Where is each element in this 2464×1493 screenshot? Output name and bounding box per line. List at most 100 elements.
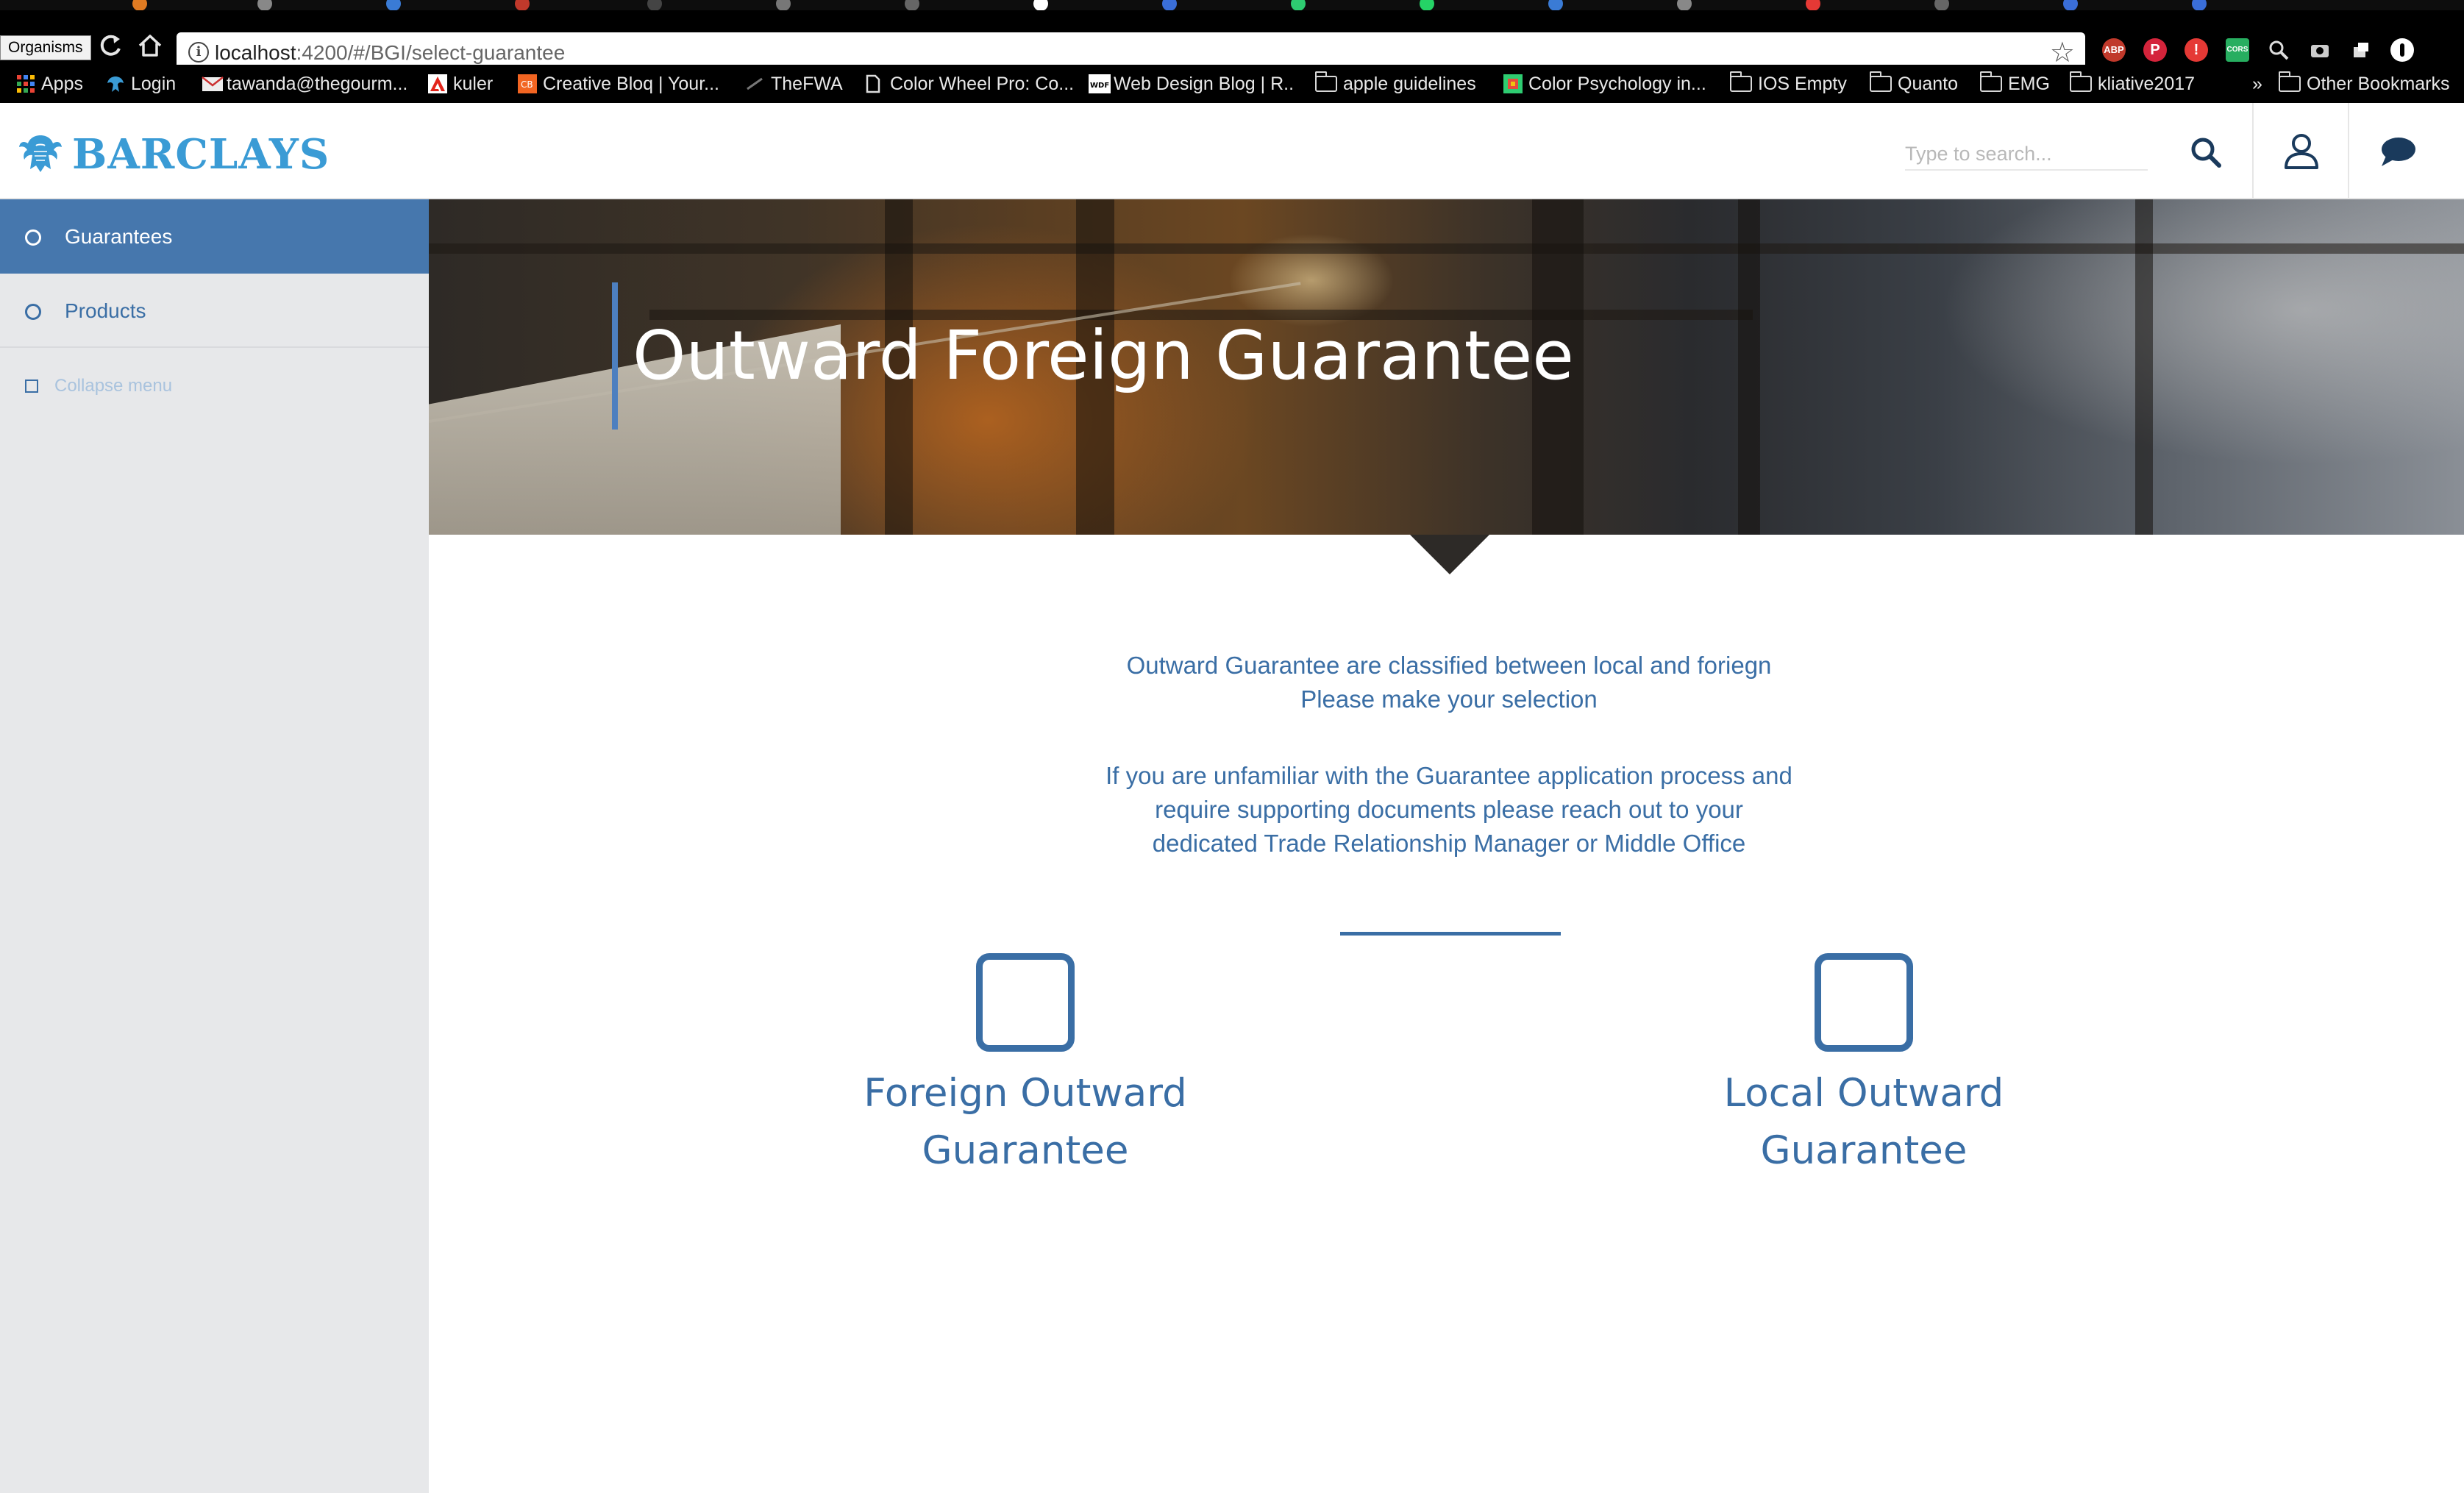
folder-icon: [2278, 71, 2301, 92]
reload-icon[interactable]: [96, 31, 125, 60]
sidebar-item-guarantees[interactable]: Guarantees: [0, 199, 429, 274]
browser-tab[interactable]: [1934, 0, 1958, 10]
camera-icon[interactable]: [2308, 38, 2332, 62]
intro-line: Outward Guarantee are classified between…: [1126, 652, 1772, 679]
browser-tab[interactable]: [1162, 0, 1186, 10]
user-icon: [2285, 134, 2318, 169]
browser-tab-strip: [0, 0, 2464, 10]
bookmark-mail[interactable]: tawanda@thegourm...: [202, 72, 407, 96]
page-title: Outward Foreign Guarantee: [633, 316, 1574, 395]
chat-button[interactable]: [2348, 103, 2443, 199]
bookmark-kliative2017[interactable]: kliative2017: [2069, 71, 2195, 96]
bookmark-quanto[interactable]: Quanto: [1869, 71, 1958, 96]
tooltip: Organisms: [0, 35, 91, 60]
site-info-icon[interactable]: i: [188, 42, 209, 63]
bookmark-ios-empty[interactable]: IOS Empty: [1729, 71, 1847, 96]
bookmark-emg[interactable]: EMG: [1979, 71, 2050, 96]
creative-bloq-icon: CB: [518, 74, 537, 93]
help-line: require supporting documents please reac…: [1155, 796, 1743, 823]
bookmark-web-design-blog[interactable]: WDF Web Design Blog | R..: [1089, 72, 1294, 96]
search-button[interactable]: [2158, 103, 2254, 199]
folder-icon: [1314, 71, 1337, 92]
browser-tab[interactable]: [1420, 0, 1443, 10]
chat-icon: [2382, 138, 2415, 166]
folder-icon: [1729, 71, 1752, 92]
hero-image-detail: [1738, 199, 1760, 535]
stop-extension-icon[interactable]: !: [2185, 38, 2208, 62]
bookmark-color-psychology[interactable]: Color Psychology in...: [1503, 72, 1706, 96]
wdf-icon: WDF: [1089, 74, 1111, 93]
browser-tab[interactable]: [647, 0, 671, 10]
mail-icon: [202, 74, 224, 93]
browser-tab[interactable]: [905, 0, 928, 10]
sidebar-item-label: Guarantees: [65, 225, 173, 248]
bookmarks-overflow-button[interactable]: »: [2252, 72, 2262, 96]
svg-text:CB: CB: [521, 79, 533, 90]
brand-name: BARCLAYS: [72, 130, 330, 179]
color-psych-icon: [1503, 74, 1523, 93]
sidebar: Guarantees Products Collapse menu: [0, 199, 429, 1493]
help-line: If you are unfamiliar with the Guarantee…: [1105, 762, 1792, 789]
adobe-icon: [428, 74, 447, 93]
folder-icon: [2069, 71, 2092, 92]
pinterest-icon[interactable]: P: [2143, 38, 2167, 62]
local-outward-guarantee-option[interactable]: Local Outward Guarantee: [1643, 953, 2084, 1196]
bookmark-color-wheel[interactable]: Color Wheel Pro: Co...: [865, 72, 1074, 96]
checkbox[interactable]: [1815, 953, 1913, 1052]
barclays-eagle-icon: [106, 74, 125, 93]
sidebar-item-label: Products: [65, 299, 146, 322]
option-title: Local Outward Guarantee: [1723, 1071, 2004, 1173]
browser-tab[interactable]: [1548, 0, 1572, 10]
inspect-icon[interactable]: [2267, 38, 2290, 62]
bookmark-creative-bloq[interactable]: CB Creative Bloq | Your...: [518, 72, 719, 96]
bookmark-thefwa[interactable]: TheFWA: [746, 72, 843, 96]
page-icon: [865, 74, 884, 93]
bookmark-apple-guidelines[interactable]: apple guidelines: [1314, 71, 1476, 96]
home-icon[interactable]: [135, 31, 165, 60]
bookmarks-bar: Apps Login tawanda@thegourm... kuler CB C…: [0, 65, 2464, 103]
browser-tab[interactable]: [386, 0, 410, 10]
browser-tab[interactable]: [2192, 0, 2215, 10]
hero-image-detail: [2135, 199, 2153, 535]
search-icon: [2191, 138, 2221, 168]
browser-tab[interactable]: [776, 0, 800, 10]
url-text: localhost:4200/#/BGI/select-guarantee: [215, 41, 566, 64]
hero-pointer: [1410, 535, 1489, 574]
collapse-menu-button[interactable]: Collapse menu: [0, 347, 429, 421]
fwa-icon: [746, 74, 765, 93]
browser-tab[interactable]: [1806, 0, 1829, 10]
intro-line: Please make your selection: [1300, 685, 1598, 713]
apps-grid-icon: [16, 74, 35, 93]
browser-tab[interactable]: [257, 0, 281, 10]
folder-icon: [1979, 71, 2002, 92]
circle-icon: [25, 229, 41, 246]
profile-button[interactable]: [2252, 103, 2348, 199]
foreign-outward-guarantee-option[interactable]: Foreign Outward Guarantee: [805, 953, 1246, 1196]
adblock-plus-icon[interactable]: ABP: [2102, 38, 2126, 62]
bookmark-apps[interactable]: Apps: [16, 72, 83, 96]
folder-icon: [1869, 71, 1892, 92]
browser-tab[interactable]: [515, 0, 538, 10]
option-title: Foreign Outward Guarantee: [864, 1071, 1187, 1173]
circle-icon: [25, 304, 41, 320]
browser-tab[interactable]: [1677, 0, 1701, 10]
square-icon: [25, 380, 38, 393]
bookmark-kuler[interactable]: kuler: [428, 72, 493, 96]
svg-text:WDF: WDF: [1090, 82, 1109, 90]
window-icon[interactable]: [2349, 38, 2373, 62]
browser-tab[interactable]: [1033, 0, 1057, 10]
browser-tab[interactable]: [2063, 0, 2087, 10]
bookmark-login[interactable]: Login: [106, 72, 176, 96]
sidebar-item-products[interactable]: Products: [0, 274, 429, 348]
search-input[interactable]: [1905, 138, 2148, 171]
collapse-menu-label: Collapse menu: [54, 376, 173, 396]
privacy-extension-icon[interactable]: [2390, 38, 2414, 62]
cors-icon[interactable]: CORS: [2226, 38, 2249, 62]
browser-tab[interactable]: [132, 0, 156, 10]
browser-tab[interactable]: [1291, 0, 1314, 10]
checkbox[interactable]: [976, 953, 1075, 1052]
barclays-eagle-icon: [19, 135, 62, 172]
app-header: BARCLAYS: [0, 103, 2464, 199]
help-line: dedicated Trade Relationship Manager or …: [1152, 830, 1746, 857]
bookmark-other-bookmarks[interactable]: Other Bookmarks: [2278, 71, 2450, 96]
